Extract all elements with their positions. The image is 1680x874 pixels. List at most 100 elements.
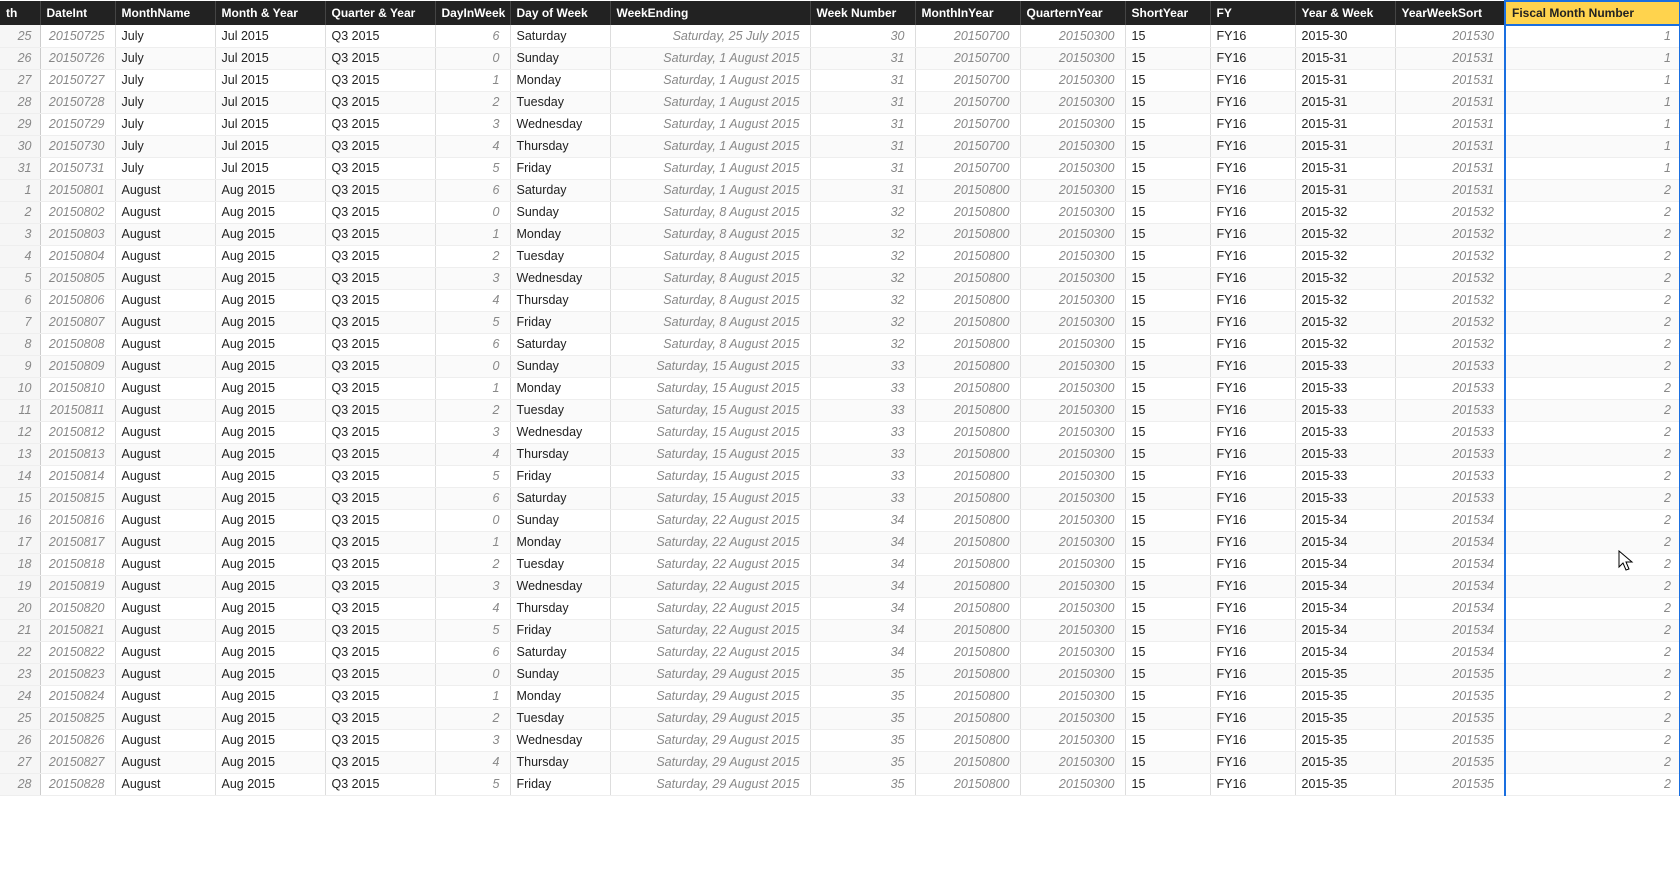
cell-quarter_year[interactable]: Q3 2015 xyxy=(325,201,435,223)
cell-year_week[interactable]: 2015-35 xyxy=(1295,729,1395,751)
cell-day_of_week[interactable]: Wednesday xyxy=(510,267,610,289)
cell-month_name[interactable]: July xyxy=(115,69,215,91)
cell-quarter_year[interactable]: Q3 2015 xyxy=(325,421,435,443)
cell-fiscal_month[interactable]: 2 xyxy=(1505,707,1680,729)
cell-month_year[interactable]: Aug 2015 xyxy=(215,465,325,487)
cell-day_in_week[interactable]: 3 xyxy=(435,729,510,751)
cell-quarter_year[interactable]: Q3 2015 xyxy=(325,663,435,685)
cell-day_in_week[interactable]: 2 xyxy=(435,91,510,113)
table-row[interactable]: 1220150812AugustAug 2015Q3 20153Wednesda… xyxy=(0,421,1680,443)
cell-rownum[interactable]: 14 xyxy=(0,465,40,487)
cell-week_number[interactable]: 34 xyxy=(810,641,915,663)
cell-month_in_year[interactable]: 20150800 xyxy=(915,377,1020,399)
column-header-year_wk_sort[interactable]: YearWeekSort xyxy=(1395,1,1505,25)
cell-quarter_in_yr[interactable]: 20150300 xyxy=(1020,69,1125,91)
cell-rownum[interactable]: 21 xyxy=(0,619,40,641)
cell-short_year[interactable]: 15 xyxy=(1125,773,1210,795)
cell-year_week[interactable]: 2015-35 xyxy=(1295,707,1395,729)
cell-quarter_year[interactable]: Q3 2015 xyxy=(325,179,435,201)
cell-quarter_year[interactable]: Q3 2015 xyxy=(325,641,435,663)
table-row[interactable]: 2820150828AugustAug 2015Q3 20155FridaySa… xyxy=(0,773,1680,795)
cell-fiscal_month[interactable]: 2 xyxy=(1505,267,1680,289)
table-row[interactable]: 1820150818AugustAug 2015Q3 20152TuesdayS… xyxy=(0,553,1680,575)
cell-year_wk_sort[interactable]: 201531 xyxy=(1395,91,1505,113)
cell-month_in_year[interactable]: 20150800 xyxy=(915,553,1020,575)
cell-fiscal_month[interactable]: 2 xyxy=(1505,685,1680,707)
header-row[interactable]: thDateIntMonthNameMonth & YearQuarter & … xyxy=(0,1,1680,25)
cell-month_year[interactable]: Aug 2015 xyxy=(215,311,325,333)
cell-quarter_in_yr[interactable]: 20150300 xyxy=(1020,289,1125,311)
cell-fiscal_month[interactable]: 2 xyxy=(1505,179,1680,201)
cell-dateint[interactable]: 20150801 xyxy=(40,179,115,201)
cell-dateint[interactable]: 20150818 xyxy=(40,553,115,575)
cell-month_name[interactable]: August xyxy=(115,289,215,311)
cell-dateint[interactable]: 20150725 xyxy=(40,25,115,47)
cell-day_of_week[interactable]: Friday xyxy=(510,773,610,795)
cell-fy[interactable]: FY16 xyxy=(1210,289,1295,311)
cell-short_year[interactable]: 15 xyxy=(1125,69,1210,91)
cell-short_year[interactable]: 15 xyxy=(1125,641,1210,663)
cell-month_year[interactable]: Aug 2015 xyxy=(215,487,325,509)
column-header-month_name[interactable]: MonthName xyxy=(115,1,215,25)
cell-rownum[interactable]: 2 xyxy=(0,201,40,223)
cell-quarter_in_yr[interactable]: 20150300 xyxy=(1020,267,1125,289)
column-header-year_week[interactable]: Year & Week xyxy=(1295,1,1395,25)
cell-year_wk_sort[interactable]: 201532 xyxy=(1395,223,1505,245)
cell-month_in_year[interactable]: 20150800 xyxy=(915,201,1020,223)
cell-year_week[interactable]: 2015-33 xyxy=(1295,421,1395,443)
cell-week_ending[interactable]: Saturday, 15 August 2015 xyxy=(610,377,810,399)
cell-year_wk_sort[interactable]: 201531 xyxy=(1395,179,1505,201)
cell-fy[interactable]: FY16 xyxy=(1210,729,1295,751)
cell-month_name[interactable]: July xyxy=(115,157,215,179)
cell-fiscal_month[interactable]: 2 xyxy=(1505,729,1680,751)
cell-fy[interactable]: FY16 xyxy=(1210,47,1295,69)
cell-week_ending[interactable]: Saturday, 15 August 2015 xyxy=(610,355,810,377)
table-row[interactable]: 1720150817AugustAug 2015Q3 20151MondaySa… xyxy=(0,531,1680,553)
cell-short_year[interactable]: 15 xyxy=(1125,355,1210,377)
cell-quarter_year[interactable]: Q3 2015 xyxy=(325,289,435,311)
cell-quarter_in_yr[interactable]: 20150300 xyxy=(1020,707,1125,729)
cell-fiscal_month[interactable]: 2 xyxy=(1505,311,1680,333)
table-row[interactable]: 2220150822AugustAug 2015Q3 20156Saturday… xyxy=(0,641,1680,663)
cell-quarter_year[interactable]: Q3 2015 xyxy=(325,707,435,729)
cell-week_ending[interactable]: Saturday, 29 August 2015 xyxy=(610,707,810,729)
cell-week_number[interactable]: 32 xyxy=(810,201,915,223)
cell-year_wk_sort[interactable]: 201535 xyxy=(1395,663,1505,685)
cell-month_name[interactable]: August xyxy=(115,355,215,377)
cell-quarter_year[interactable]: Q3 2015 xyxy=(325,267,435,289)
cell-dateint[interactable]: 20150812 xyxy=(40,421,115,443)
cell-month_name[interactable]: August xyxy=(115,421,215,443)
cell-rownum[interactable]: 28 xyxy=(0,91,40,113)
cell-dateint[interactable]: 20150828 xyxy=(40,773,115,795)
cell-month_in_year[interactable]: 20150800 xyxy=(915,509,1020,531)
cell-day_of_week[interactable]: Tuesday xyxy=(510,707,610,729)
cell-week_number[interactable]: 32 xyxy=(810,223,915,245)
cell-fiscal_month[interactable]: 2 xyxy=(1505,421,1680,443)
cell-rownum[interactable]: 19 xyxy=(0,575,40,597)
cell-month_name[interactable]: August xyxy=(115,707,215,729)
cell-quarter_year[interactable]: Q3 2015 xyxy=(325,311,435,333)
cell-year_week[interactable]: 2015-35 xyxy=(1295,685,1395,707)
cell-rownum[interactable]: 6 xyxy=(0,289,40,311)
cell-year_week[interactable]: 2015-33 xyxy=(1295,399,1395,421)
cell-fy[interactable]: FY16 xyxy=(1210,773,1295,795)
cell-fiscal_month[interactable]: 2 xyxy=(1505,509,1680,531)
cell-day_of_week[interactable]: Monday xyxy=(510,377,610,399)
cell-month_name[interactable]: August xyxy=(115,641,215,663)
cell-day_in_week[interactable]: 4 xyxy=(435,289,510,311)
cell-day_in_week[interactable]: 3 xyxy=(435,267,510,289)
cell-quarter_in_yr[interactable]: 20150300 xyxy=(1020,443,1125,465)
cell-quarter_in_yr[interactable]: 20150300 xyxy=(1020,179,1125,201)
cell-rownum[interactable]: 18 xyxy=(0,553,40,575)
table-row[interactable]: 2520150825AugustAug 2015Q3 20152TuesdayS… xyxy=(0,707,1680,729)
cell-quarter_year[interactable]: Q3 2015 xyxy=(325,333,435,355)
cell-month_in_year[interactable]: 20150800 xyxy=(915,773,1020,795)
cell-rownum[interactable]: 7 xyxy=(0,311,40,333)
cell-year_week[interactable]: 2015-34 xyxy=(1295,531,1395,553)
cell-year_week[interactable]: 2015-32 xyxy=(1295,201,1395,223)
cell-dateint[interactable]: 20150825 xyxy=(40,707,115,729)
cell-day_in_week[interactable]: 4 xyxy=(435,751,510,773)
cell-month_year[interactable]: Jul 2015 xyxy=(215,135,325,157)
cell-month_year[interactable]: Aug 2015 xyxy=(215,773,325,795)
cell-dateint[interactable]: 20150731 xyxy=(40,157,115,179)
